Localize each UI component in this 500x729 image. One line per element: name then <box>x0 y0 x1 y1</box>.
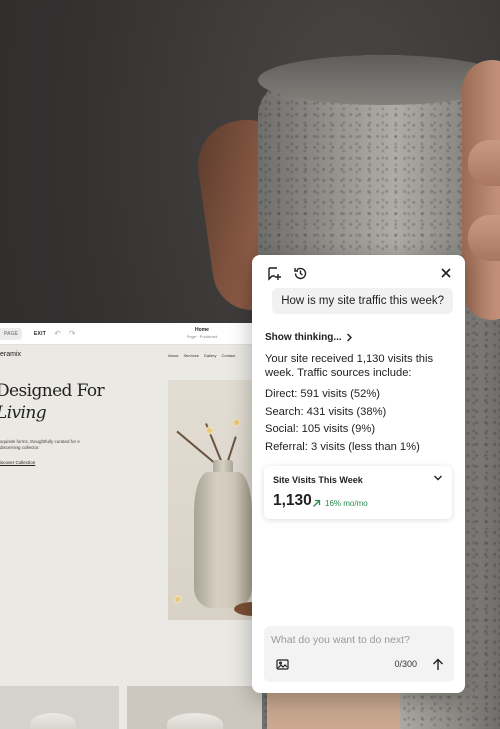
flower <box>173 595 182 604</box>
chevron-right-icon <box>346 333 352 342</box>
visits-delta: 16% mo/mo <box>325 499 368 508</box>
page-status: Page · Published <box>186 334 218 339</box>
nav-about[interactable]: About <box>168 353 178 358</box>
site-header: eramix About Services Gallery Contact <box>0 351 262 361</box>
arrow-up-right-icon <box>313 499 321 507</box>
redo-icon[interactable]: ↷ <box>69 329 76 338</box>
list-item: Direct: 591 visits (52%) <box>265 388 381 400</box>
hero-title-line2: Living <box>0 403 47 423</box>
flower <box>205 426 214 435</box>
page-info[interactable]: Home Page · Published <box>176 327 228 339</box>
assistant-panel: How is my site traffic this week? Show t… <box>252 255 465 693</box>
visits-value: 1,130 <box>273 492 312 509</box>
card-title: Site Visits This Week <box>273 475 363 485</box>
history-icon[interactable] <box>291 264 309 282</box>
thumbnail[interactable] <box>0 686 119 729</box>
page-button[interactable]: PAGE <box>0 327 22 340</box>
nav-services[interactable]: Services <box>183 353 198 358</box>
flower <box>232 418 241 427</box>
exit-button[interactable]: EXIT <box>34 331 46 337</box>
page-title: Home <box>195 327 209 333</box>
user-message: How is my site traffic this week? <box>272 288 453 314</box>
list-item: Social: 105 visits (9%) <box>265 423 376 435</box>
close-icon[interactable] <box>437 264 455 282</box>
hero-image <box>168 380 262 620</box>
trend: 16% mo/mo <box>312 499 368 508</box>
nav-gallery[interactable]: Gallery <box>204 353 217 358</box>
bowl <box>167 713 223 729</box>
undo-icon[interactable]: ↶ <box>54 329 61 338</box>
editor-toolbar: PAGE EXIT ↶ ↷ Home Page · Published <box>0 323 262 345</box>
hand-right <box>462 60 500 320</box>
thumbnail[interactable] <box>127 686 262 729</box>
composer: 0/300 <box>264 626 454 682</box>
hero-title-line1: Designed For <box>0 381 105 401</box>
site-brand[interactable]: eramix <box>0 351 21 358</box>
add-chat-icon[interactable] <box>265 264 283 282</box>
discover-collection-link[interactable]: iscover Collection <box>0 460 35 465</box>
site-visits-card[interactable]: Site Visits This Week 1,130 16% mo/mo <box>264 466 452 519</box>
bowl <box>30 713 76 729</box>
nav-contact[interactable]: Contact <box>221 353 235 358</box>
hero-subtitle: xquisite forms, thoughtfully curated for… <box>0 439 80 450</box>
character-counter: 0/300 <box>394 659 417 669</box>
show-thinking-label: Show thinking... <box>265 332 342 343</box>
list-item: Referral: 3 visits (less than 1%) <box>265 440 420 453</box>
show-thinking-toggle[interactable]: Show thinking... <box>265 332 353 343</box>
site-nav: About Services Gallery Contact <box>168 353 235 358</box>
traffic-sources-list: Direct: 591 visits (52%) Search: 431 vis… <box>265 386 460 456</box>
product-vase <box>194 472 252 608</box>
website-preview: PAGE EXIT ↶ ↷ Home Page · Published eram… <box>0 323 262 729</box>
prompt-input[interactable] <box>271 633 447 647</box>
image-upload-icon[interactable] <box>273 655 291 673</box>
gallery-thumbnails <box>0 686 262 729</box>
chevron-down-icon[interactable] <box>433 474 443 482</box>
hero-title: Designed For Living <box>0 380 105 424</box>
list-item: Search: 431 visits (38%) <box>265 405 387 418</box>
assistant-answer: Your site received 1,130 visits this wee… <box>265 353 434 379</box>
send-icon[interactable] <box>429 655 447 673</box>
